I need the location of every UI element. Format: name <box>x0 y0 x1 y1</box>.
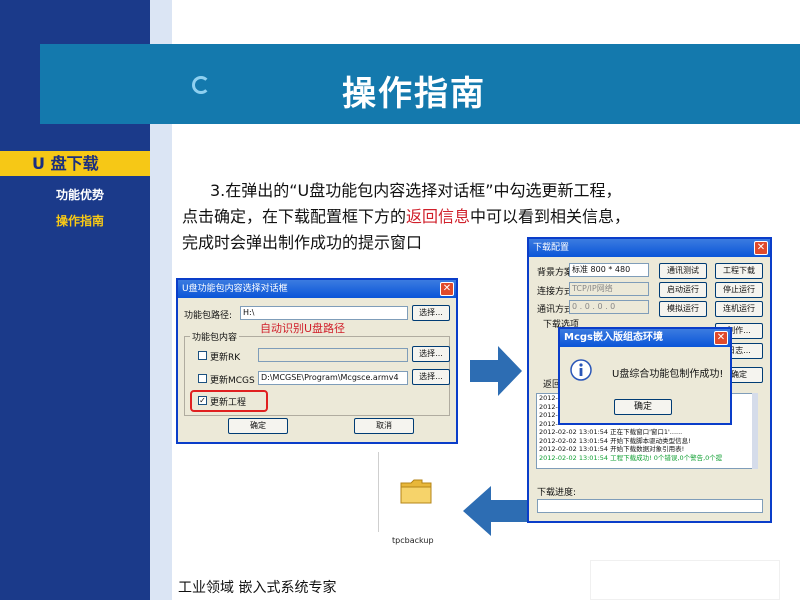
popup-ok-button[interactable]: 确定 <box>614 399 672 415</box>
select-rk-button[interactable]: 选择... <box>412 346 450 362</box>
stop-run-button[interactable]: 停止运行 <box>715 282 763 298</box>
success-popup: Mcgs嵌入版组态环境 ✕ U盘综合功能包制作成功! 确定 <box>558 327 732 425</box>
folder-icon[interactable] <box>400 478 432 504</box>
usb-package-dialog-titlebar: U盘功能包内容选择对话框 ✕ <box>178 280 456 298</box>
comm-test-button[interactable]: 通讯测试 <box>659 263 707 279</box>
select-path-button[interactable]: 选择... <box>412 305 450 321</box>
corner-box <box>590 560 780 600</box>
success-message: U盘综合功能包制作成功! <box>612 369 724 380</box>
instruction-line-2: 点击确定，在下载配置框下方的返回信息中可以看到相关信息， <box>182 204 742 230</box>
package-path-input[interactable]: H:\ <box>240 306 408 320</box>
update-project-checkbox[interactable]: ✓ <box>198 396 207 405</box>
info-icon <box>570 359 592 381</box>
usb-package-dialog-title: U盘功能包内容选择对话框 <box>182 284 288 294</box>
instruction-line-1: 3.在弹出的“U盘功能包内容选择对话框”中勾选更新工程， <box>210 181 622 200</box>
log-line: 2012-02-02 13:01:54 正在下载窗口'窗口1'...... <box>539 428 683 436</box>
update-rk-checkbox[interactable] <box>198 351 207 360</box>
arrow-left-icon <box>463 486 527 536</box>
arrow-right-icon <box>470 346 522 396</box>
log-scrollbar[interactable] <box>752 393 758 469</box>
project-download-button[interactable]: 工程下载 <box>715 263 763 279</box>
package-content-group-label: 功能包内容 <box>190 330 240 343</box>
download-progress-label: 下载进度: <box>537 488 577 498</box>
success-popup-titlebar: Mcgs嵌入版组态环境 ✕ <box>560 329 730 347</box>
folder-label: tpcbackup <box>392 536 434 545</box>
loading-spinner-icon <box>192 76 210 94</box>
nav-item-advantages[interactable]: 功能优势 <box>56 186 104 203</box>
page-title: 操作指南 <box>342 74 486 114</box>
nav-item-guide[interactable]: 操作指南 <box>56 212 104 229</box>
select-mcgs-button[interactable]: 选择... <box>412 369 450 385</box>
footer-slogan: 工业领域 嵌入式系统专家 <box>178 580 337 596</box>
instruction-line-2-start: 点击确定，在下载配置框下方的 <box>182 207 407 226</box>
connect-select[interactable]: TCP/IP网络 <box>569 282 649 296</box>
usb-package-dialog: U盘功能包内容选择对话框 ✕ 功能包路径: H:\ 选择... 自动识别U盘路径… <box>176 278 458 444</box>
log-line: 2012-02-02 13:01:54 开始下载数据对象引用表! <box>539 445 685 453</box>
update-project-label: 更新工程 <box>210 398 247 408</box>
package-path-label: 功能包路径: <box>184 311 233 321</box>
divider <box>378 452 379 532</box>
nav-section-usb-download[interactable]: U 盘下载 <box>0 151 150 176</box>
scheme-label: 背景方案 <box>537 268 574 278</box>
instruction-line-2-end: 中可以看到相关信息， <box>470 207 631 226</box>
scheme-select[interactable]: 标准 800 * 480 <box>569 263 649 277</box>
success-popup-title: Mcgs嵌入版组态环境 <box>564 332 663 343</box>
mcgs-path-field[interactable]: D:\MCGSE\Program\Mcgsce.armv4 <box>258 371 408 385</box>
log-line-success: 2012-02-02 13:01:54 工程下载成功! 0个错误,0个警告,0个… <box>539 453 723 462</box>
update-mcgs-label: 更新MCGS <box>210 376 255 386</box>
auto-detect-annotation: 自动识别U盘路径 <box>260 322 346 335</box>
download-config-titlebar: 下载配置 ✕ <box>529 239 770 257</box>
update-mcgs-checkbox[interactable] <box>198 374 207 383</box>
comm-label: 通讯方式 <box>537 305 574 315</box>
download-progress-bar <box>537 499 763 513</box>
close-icon[interactable]: ✕ <box>754 241 768 255</box>
log-line: 2012-02-02 13:01:54 开始下载脚本驱动类型信息! <box>539 436 691 445</box>
connect-label: 连接方式 <box>537 287 574 297</box>
comm-address-field[interactable]: 0 . 0 . 0 . 0 <box>569 300 649 314</box>
ok-button[interactable]: 确定 <box>228 418 288 434</box>
download-config-title: 下载配置 <box>533 243 570 253</box>
close-icon[interactable]: ✕ <box>440 282 454 296</box>
start-run-button[interactable]: 启动运行 <box>659 282 707 298</box>
return-info-highlight: 返回信息 <box>406 207 471 226</box>
update-rk-label: 更新RK <box>210 353 241 363</box>
cancel-button[interactable]: 取消 <box>354 418 414 434</box>
connect-run-button[interactable]: 连机运行 <box>715 301 763 317</box>
rk-path-field <box>258 348 408 362</box>
simulate-run-button[interactable]: 模拟运行 <box>659 301 707 317</box>
close-icon[interactable]: ✕ <box>714 331 728 345</box>
